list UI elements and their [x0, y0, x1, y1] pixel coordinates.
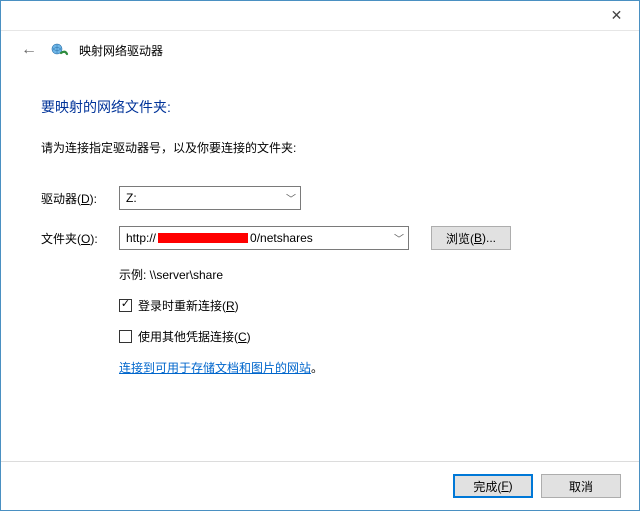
reconnect-row: 登录时重新连接(R)	[119, 297, 599, 314]
folder-label: 文件夹(O):	[41, 230, 119, 247]
browse-button[interactable]: 浏览(B)...	[431, 226, 511, 250]
storage-link-row: 连接到可用于存储文档和图片的网站。	[119, 359, 599, 376]
example-text: 示例: \\server\share	[119, 266, 599, 283]
reconnect-checkbox[interactable]	[119, 299, 132, 312]
footer: 完成(F) 取消	[1, 461, 639, 510]
header: ← 映射网络驱动器	[1, 31, 639, 69]
redacted-segment	[158, 233, 248, 243]
network-drive-icon	[51, 41, 69, 59]
drive-label: 驱动器(D):	[41, 190, 119, 207]
drive-select-value: Z:	[126, 191, 137, 205]
page-heading: 要映射的网络文件夹:	[41, 97, 599, 117]
map-network-drive-dialog: ✕ ← 映射网络驱动器 要映射的网络文件夹: 请为连接指定驱动器号，以及你要连接…	[0, 0, 640, 511]
finish-button[interactable]: 完成(F)	[453, 474, 533, 498]
cancel-button[interactable]: 取消	[541, 474, 621, 498]
titlebar: ✕	[1, 1, 639, 31]
drive-select[interactable]: Z: ﹀	[119, 186, 301, 210]
chevron-down-icon: ﹀	[286, 191, 296, 206]
othercred-row: 使用其他凭据连接(C)	[119, 328, 599, 345]
chevron-down-icon: ﹀	[394, 231, 404, 246]
drive-row: 驱动器(D): Z: ﹀	[41, 186, 599, 210]
page-subtext: 请为连接指定驱动器号，以及你要连接的文件夹:	[41, 139, 599, 156]
folder-row: 文件夹(O): http://0/netshares ﹀ 浏览(B)...	[41, 226, 599, 250]
reconnect-label: 登录时重新连接(R)	[138, 297, 239, 314]
close-button[interactable]: ✕	[594, 1, 639, 31]
othercred-checkbox[interactable]	[119, 330, 132, 343]
dialog-title: 映射网络驱动器	[79, 42, 163, 59]
back-button[interactable]: ←	[17, 37, 41, 63]
folder-value: http://0/netshares	[126, 231, 313, 245]
storage-website-link[interactable]: 连接到可用于存储文档和图片的网站	[119, 361, 311, 375]
folder-combobox[interactable]: http://0/netshares ﹀	[119, 226, 409, 250]
content-area: 要映射的网络文件夹: 请为连接指定驱动器号，以及你要连接的文件夹: 驱动器(D)…	[1, 69, 639, 461]
back-arrow-icon: ←	[21, 41, 37, 58]
othercred-label: 使用其他凭据连接(C)	[138, 328, 251, 345]
close-icon: ✕	[611, 7, 623, 24]
